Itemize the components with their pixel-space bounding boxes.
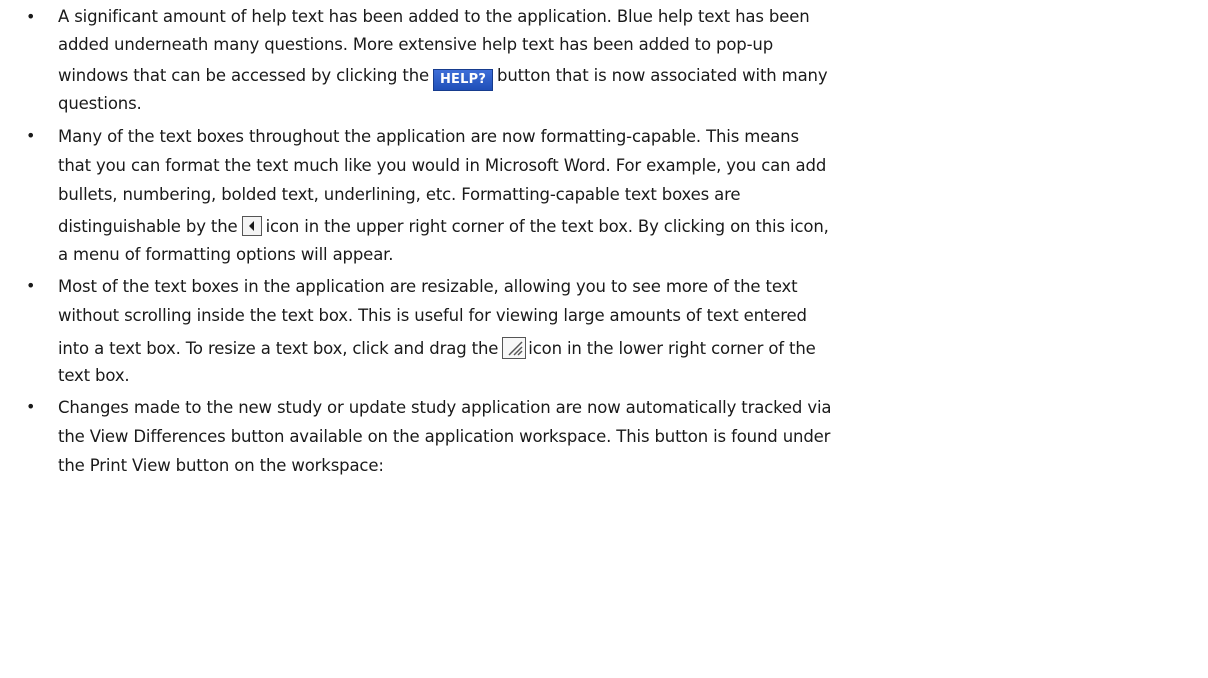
text-line: text box.: [58, 366, 130, 385]
text-fragment: icon in the upper right corner of the te…: [265, 217, 829, 236]
text-line-with-format-icon: distinguishable by the icon in the upper…: [58, 216, 829, 237]
text-line: the Print View button on the workspace:: [58, 456, 384, 475]
text-fragment: windows that can be accessed by clicking…: [58, 66, 430, 85]
formatting-toggle-icon[interactable]: [241, 216, 262, 236]
text-line: Many of the text boxes throughout the ap…: [58, 127, 799, 146]
text-fragment: into a text box. To resize a text box, c…: [58, 339, 499, 358]
resize-handle-icon[interactable]: [502, 337, 527, 359]
bullet-marker: •: [26, 397, 36, 416]
text-fragment: icon in the lower right corner of the: [528, 339, 816, 358]
text-line: questions.: [58, 94, 142, 113]
text-fragment: distinguishable by the: [58, 217, 238, 236]
text-fragment: button that is now associated with many: [497, 66, 828, 85]
text-line: the View Differences button available on…: [58, 427, 831, 446]
text-line-with-help-button: windows that can be accessed by clicking…: [58, 66, 828, 91]
help-button[interactable]: HELP?: [433, 69, 494, 91]
bullet-marker: •: [26, 7, 36, 26]
text-line: Most of the text boxes in the applicatio…: [58, 277, 798, 296]
text-line: Changes made to the new study or update …: [58, 398, 832, 417]
text-line: without scrolling inside the text box. T…: [58, 306, 807, 325]
text-line: added underneath many questions. More ex…: [58, 35, 774, 54]
text-line: a menu of formatting options will appear…: [58, 245, 394, 264]
bullet-marker: •: [26, 126, 36, 145]
text-line-with-resize-icon: into a text box. To resize a text box, c…: [58, 337, 816, 359]
text-line: that you can format the text much like y…: [58, 156, 827, 175]
text-line: bullets, numbering, bolded text, underli…: [58, 185, 741, 204]
bullet-marker: •: [26, 276, 36, 295]
text-line: A significant amount of help text has be…: [58, 7, 810, 26]
